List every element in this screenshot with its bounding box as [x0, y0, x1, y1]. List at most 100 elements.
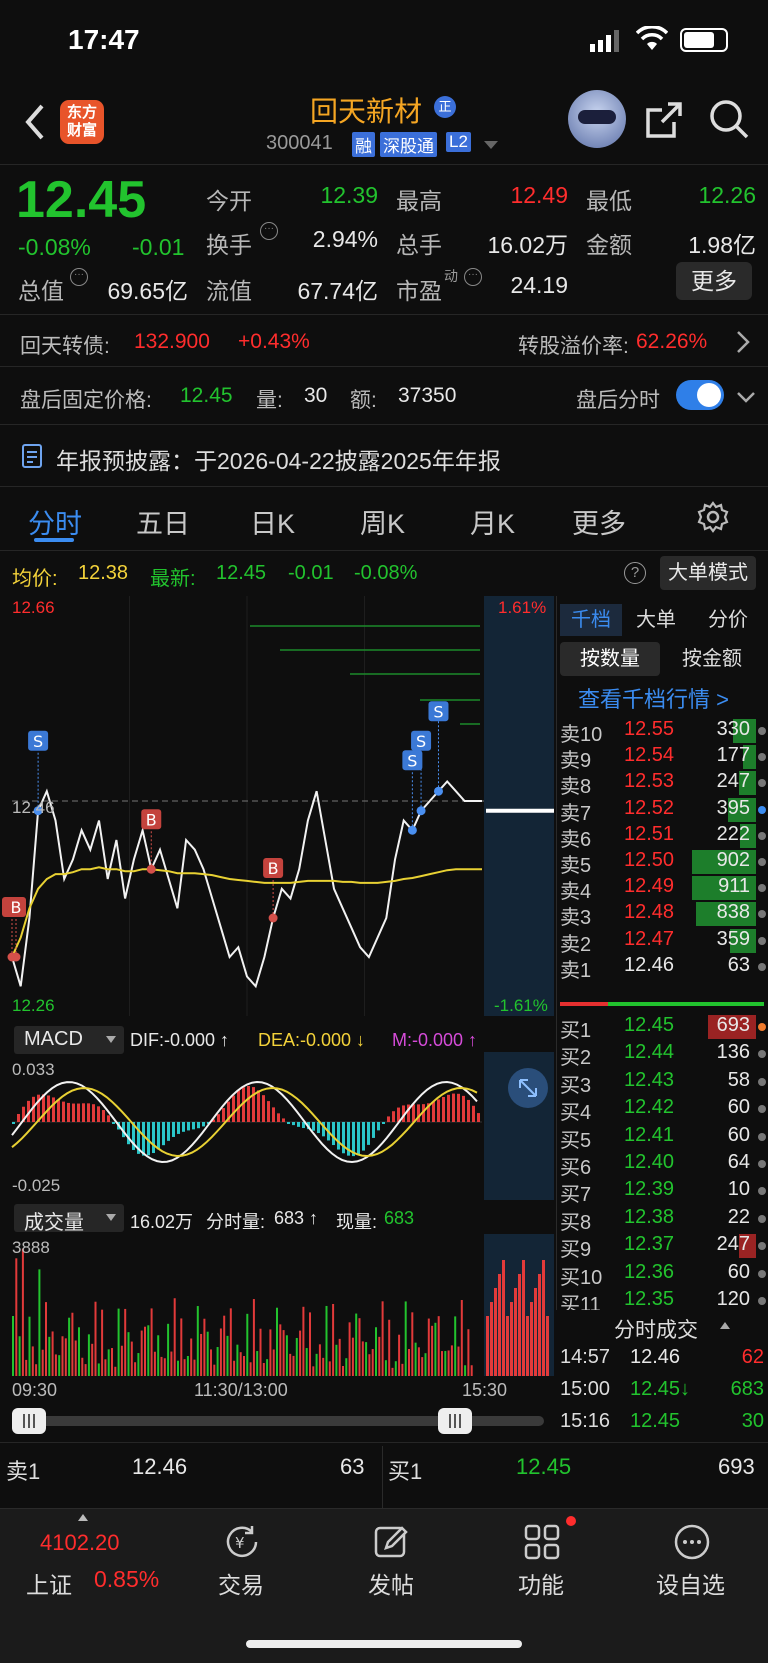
index-value[interactable]: 4102.20 — [40, 1530, 120, 1556]
bid-row[interactable]: 买9 12.37 247 — [560, 1233, 768, 1261]
chevron-down-icon[interactable] — [736, 390, 756, 408]
big-order-mode-button[interactable]: 大单模式 — [660, 556, 756, 590]
tab-intraday[interactable]: 分时 — [28, 502, 82, 541]
tab-month-k[interactable]: 月K — [470, 502, 515, 541]
volume-bar — [48, 1336, 51, 1376]
trade-icon[interactable]: ¥ — [222, 1522, 262, 1567]
order-volume: 60 — [727, 1260, 750, 1283]
order-book-tab-qiandang[interactable]: 千档 — [560, 604, 622, 636]
after-hours-vol: 30 — [304, 384, 328, 407]
ticks-title[interactable]: 分时成交 — [614, 1314, 698, 1344]
nav-function-label[interactable]: 功能 — [518, 1566, 564, 1600]
marker-dot — [268, 913, 278, 923]
range-slider-left-handle[interactable] — [12, 1408, 46, 1434]
volume-bar — [114, 1366, 117, 1376]
watchlist-icon[interactable] — [672, 1522, 712, 1567]
ask-row[interactable]: 卖10 12.55 330 — [560, 718, 768, 746]
ask-row[interactable]: 卖1 12.46 63 — [560, 954, 768, 982]
ask-row[interactable]: 卖2 12.47 359 — [560, 928, 768, 956]
x-label-mid: 11:30/13:00 — [194, 1380, 288, 1400]
macd-bar — [102, 1110, 105, 1122]
ask-row[interactable]: 卖6 12.51 222 — [560, 822, 768, 851]
last-price-tick — [486, 808, 554, 813]
share-icon[interactable] — [644, 100, 684, 145]
ask-row[interactable]: 卖9 12.54 177 — [560, 744, 768, 772]
order-dot — [758, 1297, 766, 1305]
tab-week-k[interactable]: 周K — [360, 502, 405, 541]
ask-row[interactable]: 卖7 12.52 395 — [560, 797, 768, 825]
ask-row[interactable]: 卖4 12.49 911 — [560, 875, 768, 903]
order-book-tab-price[interactable]: 分价 — [708, 604, 748, 636]
bid-row[interactable]: 买6 12.40 64 — [560, 1151, 768, 1179]
volume-bar — [223, 1315, 226, 1376]
bid-row[interactable]: 买10 12.36 60 — [560, 1260, 768, 1289]
chevron-down-icon[interactable] — [484, 138, 498, 156]
volume-bar — [460, 1299, 463, 1376]
document-icon — [22, 444, 44, 475]
bid-row[interactable]: 买1 12.45 693 — [560, 1014, 768, 1042]
notice-text[interactable]: 年报预披露：于2026-04-22披露2025年年报 — [56, 442, 501, 476]
after-hours-amt-label: 额: — [350, 389, 377, 412]
mode-by-amount[interactable]: 按金额 — [682, 642, 742, 676]
volume-chart[interactable] — [0, 1234, 556, 1376]
tab-five-day[interactable]: 五日 — [136, 502, 190, 541]
volume-bar — [398, 1334, 401, 1376]
tab-day-k[interactable]: 日K — [250, 502, 295, 541]
mode-by-qty[interactable]: 按数量 — [560, 642, 660, 676]
volume-selector[interactable]: 成交量 — [14, 1204, 124, 1234]
nav-trade-label[interactable]: 交易 — [218, 1566, 264, 1600]
index-name[interactable]: 上证 — [26, 1566, 72, 1600]
nav-post-label[interactable]: 发帖 — [368, 1566, 414, 1600]
tick-time: 15:00 — [560, 1378, 611, 1400]
macd-selector[interactable]: MACD — [14, 1026, 124, 1054]
range-slider-right-handle[interactable] — [438, 1408, 472, 1434]
stat-amount-value: 1.98亿 — [688, 232, 756, 258]
index-pct[interactable]: 0.85% — [94, 1566, 159, 1593]
bid-row[interactable]: 买8 12.38 22 — [560, 1206, 768, 1234]
pct-bottom-label: -1.61% — [494, 996, 548, 1015]
help-icon[interactable]: ? — [624, 562, 646, 584]
view-depth-link[interactable]: 查看千档行情 > — [578, 682, 729, 714]
intraday-chart[interactable]: SBBBBSSS — [0, 596, 556, 1016]
macd-chart[interactable] — [0, 1052, 556, 1200]
order-book-tab-big[interactable]: 大单 — [636, 604, 676, 636]
volume-bar — [134, 1362, 137, 1376]
stat-mktcap-label: 总值 — [18, 278, 64, 304]
more-button[interactable]: 更多 — [676, 262, 752, 300]
nav-watchlist-label[interactable]: 设自选 — [656, 1566, 725, 1600]
after-hours-toggle[interactable] — [676, 380, 724, 410]
volume-bar — [269, 1329, 272, 1376]
bid-row[interactable]: 买2 12.44 136 — [560, 1041, 768, 1069]
settings-gear-icon[interactable] — [696, 500, 730, 539]
volume-bar — [229, 1308, 232, 1376]
function-icon[interactable] — [522, 1522, 562, 1567]
post-icon[interactable] — [372, 1522, 412, 1567]
order-price: 12.53 — [624, 770, 675, 793]
robot-avatar[interactable] — [568, 90, 626, 148]
volume-bar — [514, 1288, 517, 1376]
ask-row[interactable]: 卖8 12.53 247 — [560, 770, 768, 799]
order-level-label: 卖8 — [560, 776, 592, 799]
order-volume: 693 — [716, 1014, 750, 1036]
search-icon[interactable] — [708, 98, 750, 145]
info-icon[interactable]: ··· — [260, 222, 278, 240]
bid-row[interactable]: 买5 12.41 60 — [560, 1124, 768, 1152]
ask-row[interactable]: 卖3 12.48 838 — [560, 901, 768, 929]
chevron-right-icon[interactable] — [736, 330, 750, 359]
bid-row[interactable]: 买7 12.39 10 — [560, 1178, 768, 1206]
bid-row[interactable]: 买4 12.42 60 — [560, 1096, 768, 1124]
back-icon[interactable] — [20, 102, 50, 147]
tab-more[interactable]: 更多 — [572, 502, 626, 541]
bid-row[interactable]: 买3 12.43 58 — [560, 1069, 768, 1097]
order-level-label: 买1 — [560, 1020, 592, 1042]
expand-icon[interactable] — [508, 1068, 548, 1108]
info-icon[interactable]: ··· — [70, 268, 88, 286]
macd-bar — [127, 1122, 130, 1145]
stat-turnover-label: 换手 — [206, 232, 252, 258]
info-icon[interactable]: ··· — [464, 268, 482, 286]
volume-bar — [546, 1316, 549, 1376]
volume-bar — [375, 1327, 377, 1376]
volume-bar — [111, 1348, 113, 1376]
order-price: 12.51 — [624, 822, 675, 845]
ask-row[interactable]: 卖5 12.50 902 — [560, 849, 768, 877]
